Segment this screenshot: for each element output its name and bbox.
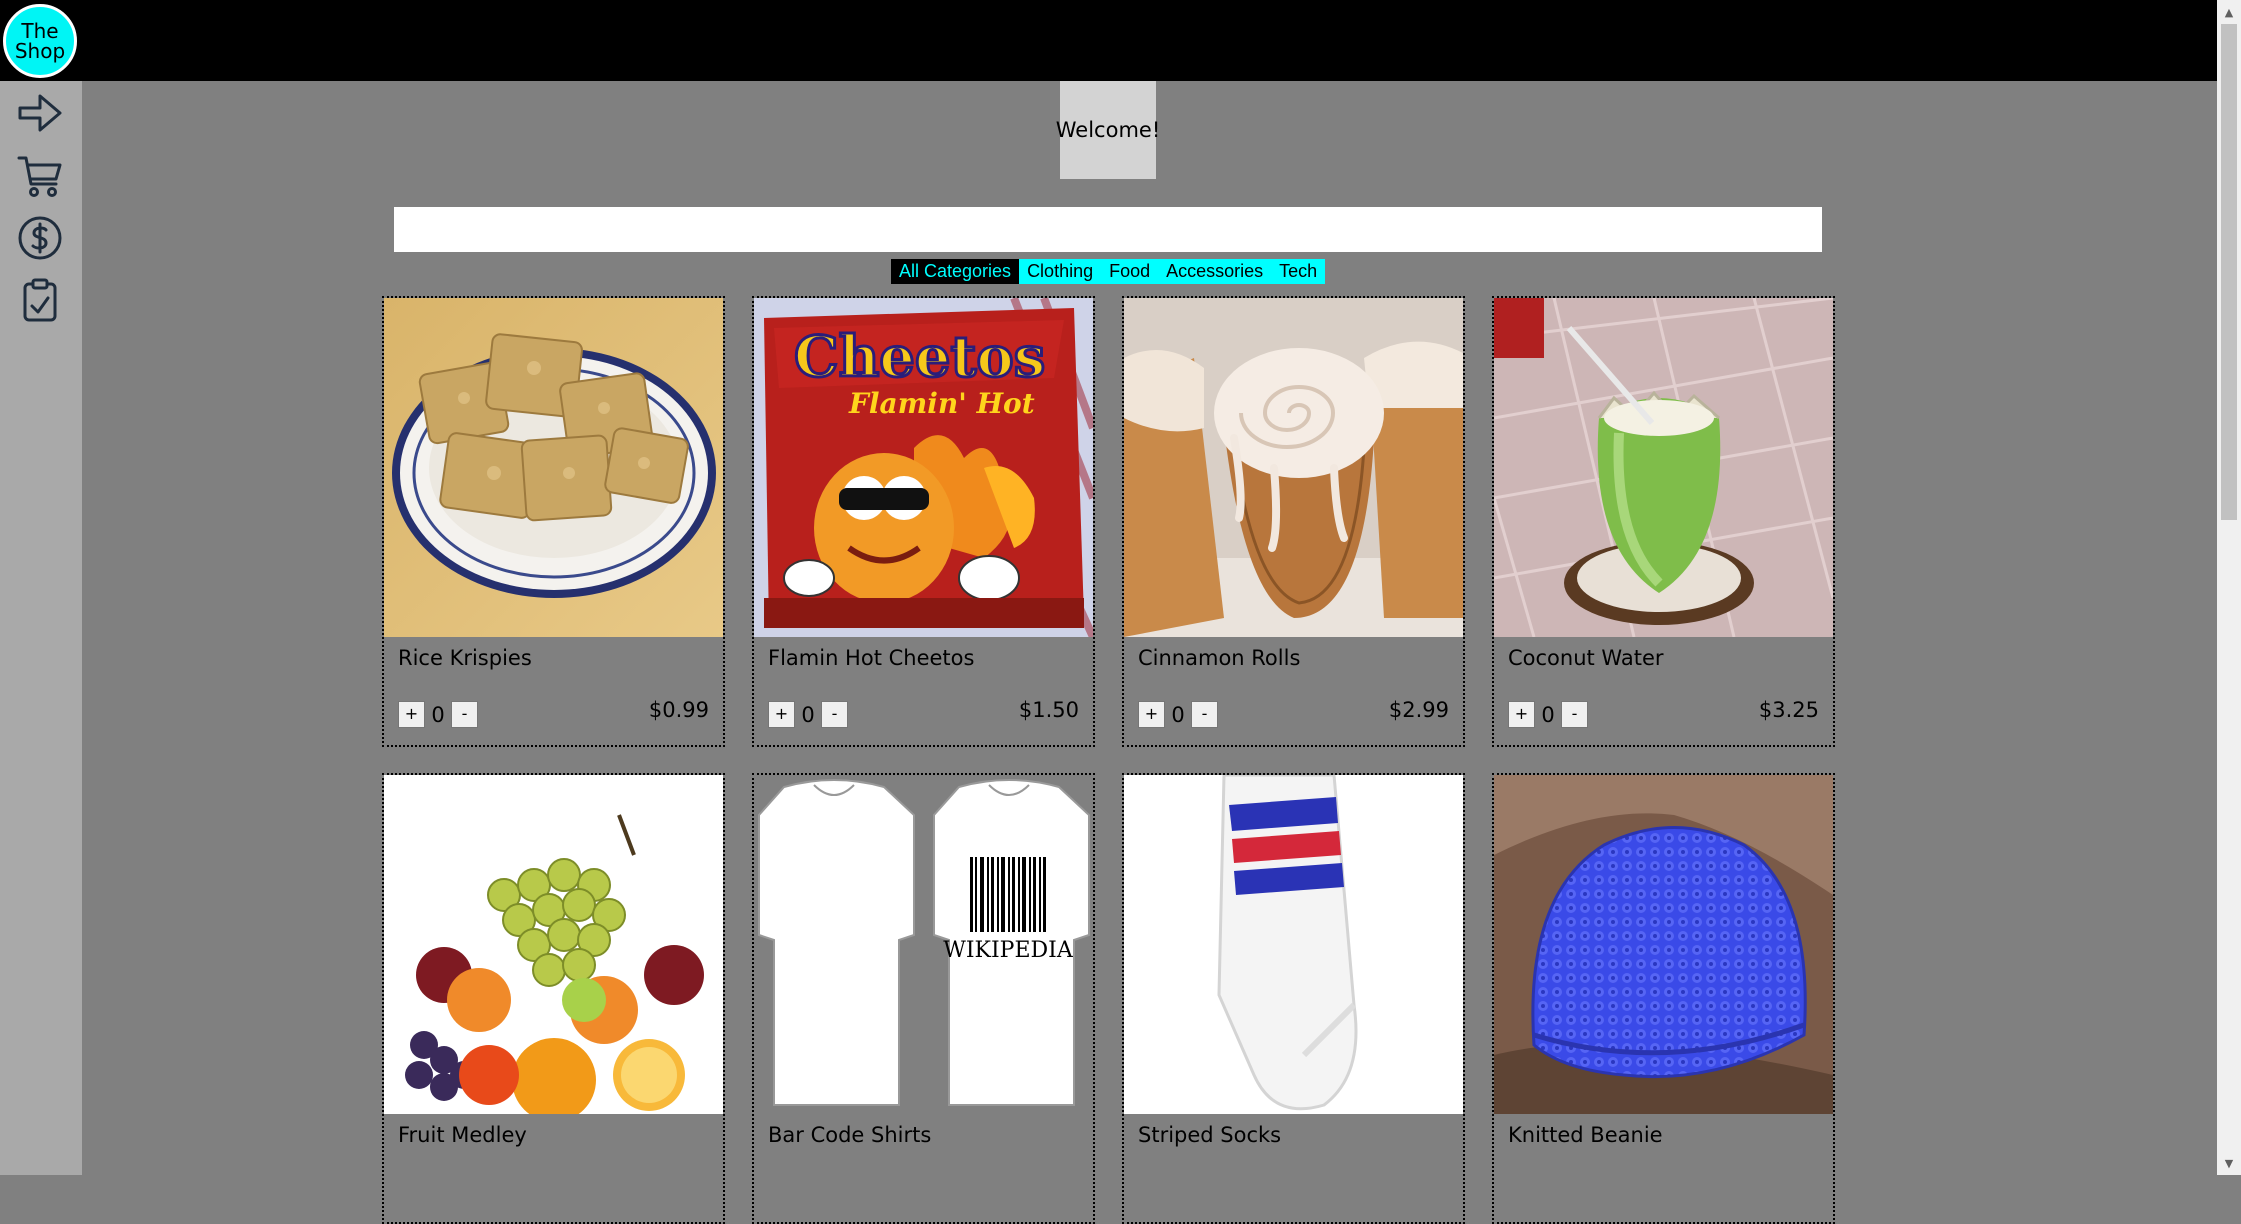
quantity-stepper: + 0 - <box>768 701 848 728</box>
product-name: Bar Code Shirts <box>768 1123 932 1147</box>
product-name: Striped Socks <box>1138 1123 1282 1147</box>
product-card: Coconut Water + 0 - $3.25 <box>1492 296 1835 747</box>
increment-button[interactable]: + <box>398 701 425 728</box>
category-tech[interactable]: Tech <box>1271 259 1325 284</box>
product-price: $1.50 <box>1018 698 1079 722</box>
product-price: $2.99 <box>1388 698 1449 722</box>
shirt-print-text: WIKIPEDIA <box>943 938 1074 963</box>
scrollbar[interactable]: ▲ ▼ <box>2217 0 2241 1175</box>
clipboard-check-icon[interactable] <box>14 274 66 326</box>
product-name: Cinnamon Rolls <box>1138 646 1301 670</box>
category-all[interactable]: All Categories <box>891 259 1020 284</box>
decrement-button[interactable]: - <box>1561 701 1588 728</box>
logo-text-line1: The <box>21 19 59 43</box>
product-card: WIKIPEDIA Bar Code Shirts <box>752 773 1095 1224</box>
product-card: Striped Socks <box>1122 773 1465 1224</box>
cheetos-brand-text: Cheetos <box>794 324 1045 390</box>
product-image-rice-krispies[interactable] <box>384 298 723 637</box>
logo-text-line2: Shop <box>14 39 66 63</box>
quantity-stepper: + 0 - <box>1138 701 1218 728</box>
product-image-coconut-water[interactable] <box>1494 298 1833 637</box>
category-food[interactable]: Food <box>1101 259 1158 284</box>
quantity-value: 0 <box>801 702 815 727</box>
quantity-value: 0 <box>1171 702 1185 727</box>
decrement-button[interactable]: - <box>821 701 848 728</box>
quantity-stepper: + 0 - <box>398 701 478 728</box>
product-image-striped-socks[interactable] <box>1124 775 1463 1114</box>
category-filter: All Categories Clothing Food Accessories… <box>891 259 1326 284</box>
scroll-up-icon[interactable]: ▲ <box>2217 0 2241 24</box>
product-image-cinnamon-rolls[interactable] <box>1124 298 1463 637</box>
increment-button[interactable]: + <box>1138 701 1165 728</box>
quantity-value: 0 <box>431 702 445 727</box>
shop-logo[interactable]: The Shop <box>3 4 77 78</box>
product-name: Flamin Hot Cheetos <box>768 646 975 670</box>
category-clothing[interactable]: Clothing <box>1019 259 1101 284</box>
scroll-down-icon[interactable]: ▼ <box>2217 1151 2241 1175</box>
arrow-right-icon[interactable] <box>14 87 66 139</box>
increment-button[interactable]: + <box>1508 701 1535 728</box>
decrement-button[interactable]: - <box>1191 701 1218 728</box>
dollar-icon[interactable] <box>14 212 66 264</box>
search-input[interactable] <box>394 207 1822 252</box>
product-name: Knitted Beanie <box>1508 1123 1663 1147</box>
category-accessories[interactable]: Accessories <box>1158 259 1271 284</box>
product-name: Fruit Medley <box>398 1123 527 1147</box>
sidebar <box>0 81 82 1175</box>
top-bar: The Shop <box>0 0 2217 81</box>
product-name: Coconut Water <box>1508 646 1664 670</box>
decrement-button[interactable]: - <box>451 701 478 728</box>
product-image-fruit-medley[interactable] <box>384 775 723 1114</box>
welcome-message: Welcome! <box>1056 81 1160 179</box>
product-card: Fruit Medley <box>382 773 725 1224</box>
product-card: Cheetos Flamin' Hot Flamin Hot Cheetos +… <box>752 296 1095 747</box>
cheetos-flavor-text: Flamin' Hot <box>848 387 1035 420</box>
quantity-value: 0 <box>1541 702 1555 727</box>
product-card: Cinnamon Rolls + 0 - $2.99 <box>1122 296 1465 747</box>
product-card: Knitted Beanie <box>1492 773 1835 1224</box>
scroll-thumb[interactable] <box>2221 24 2237 520</box>
cart-icon[interactable] <box>14 150 66 202</box>
quantity-stepper: + 0 - <box>1508 701 1588 728</box>
product-name: Rice Krispies <box>398 646 532 670</box>
product-image-knitted-beanie[interactable] <box>1494 775 1833 1114</box>
product-card: Rice Krispies + 0 - $0.99 <box>382 296 725 747</box>
product-image-flamin-hot-cheetos[interactable]: Cheetos Flamin' Hot <box>754 298 1093 637</box>
product-price: $0.99 <box>648 698 709 722</box>
product-image-bar-code-shirts[interactable]: WIKIPEDIA <box>754 775 1093 1114</box>
product-price: $3.25 <box>1758 698 1819 722</box>
increment-button[interactable]: + <box>768 701 795 728</box>
